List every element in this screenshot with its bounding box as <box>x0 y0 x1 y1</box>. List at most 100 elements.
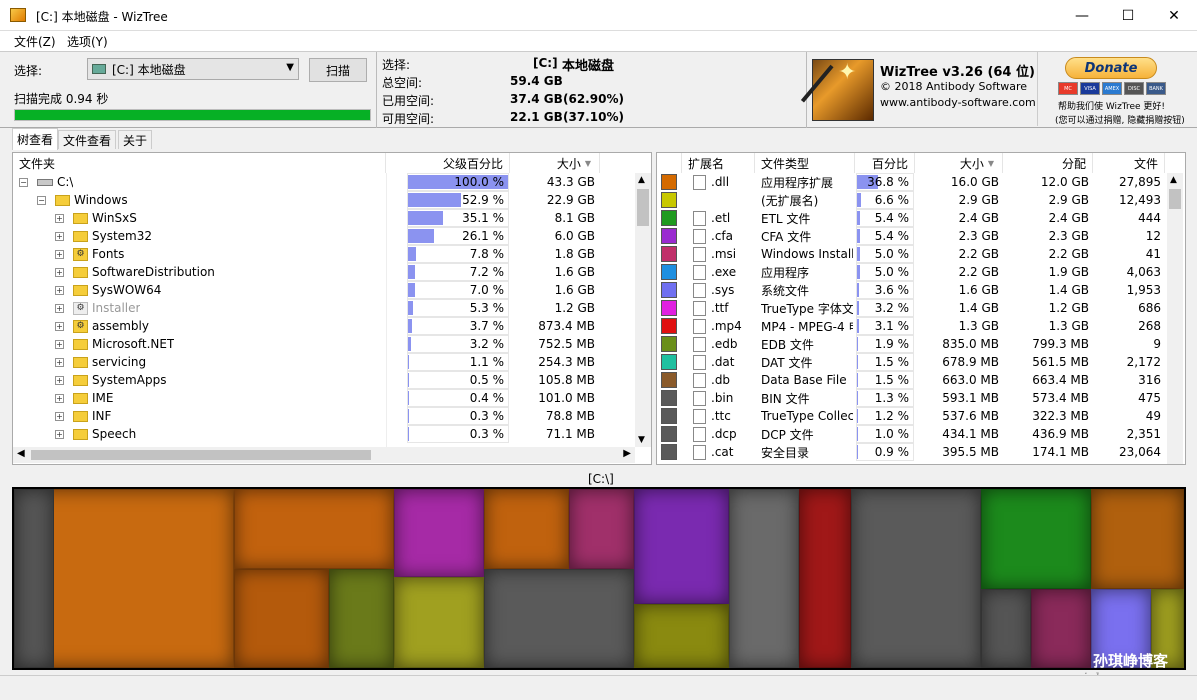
column-header-alloc[interactable]: 分配 <box>1003 153 1093 173</box>
extension-row[interactable]: (无扩展名) 6.6 % 2.9 GB 2.9 GB 12,493 <box>657 191 1185 209</box>
column-header-folder[interactable]: 文件夹 <box>13 153 386 173</box>
extension-row[interactable]: .mp4 MP4 - MPEG-4 电影 3.1 % 1.3 GB 1.3 GB 268 <box>657 317 1185 335</box>
extension-row[interactable]: .dll 应用程序扩展 36.8 % 16.0 GB 12.0 GB 27,895 <box>657 173 1185 191</box>
tab-file-view[interactable]: 文件查看 <box>58 130 117 149</box>
drive-select[interactable]: [C:] 本地磁盘 ▼ <box>87 58 299 80</box>
expand-icon[interactable]: + <box>55 285 64 295</box>
extension-row[interactable]: .ttc TrueType Collection 1.2 % 537.6 MB 322.… <box>657 407 1185 425</box>
tree-row[interactable]: + Speech 0.3 % 71.1 MB <box>13 425 651 443</box>
tree-toggle[interactable]: + <box>55 335 64 353</box>
tree-row[interactable]: + Microsoft.NET 3.2 % 752.5 MB <box>13 335 651 353</box>
expand-icon[interactable]: + <box>55 213 64 223</box>
treemap-block[interactable] <box>1031 589 1091 668</box>
tree-row[interactable]: − C:\ 100.0 % 43.3 GB <box>13 173 651 191</box>
tab-about[interactable]: 关于 <box>118 130 153 149</box>
expand-icon[interactable]: + <box>55 393 64 403</box>
tree-row[interactable]: + servicing 1.1 % 254.3 MB <box>13 353 651 371</box>
extension-row[interactable]: .db Data Base File 1.5 % 663.0 MB 663.4 MB 31… <box>657 371 1185 389</box>
treemap-block[interactable] <box>14 489 54 668</box>
column-header-pct[interactable]: 百分比 <box>855 153 915 173</box>
expand-icon[interactable]: + <box>55 303 64 313</box>
tree-toggle[interactable]: + <box>55 407 64 425</box>
scan-button[interactable]: 扫描 <box>309 58 367 82</box>
close-button[interactable]: ✕ <box>1151 0 1197 31</box>
treemap-block[interactable] <box>634 489 729 604</box>
ext-scroll-thumb[interactable] <box>1169 189 1181 209</box>
expand-icon[interactable]: + <box>55 357 64 367</box>
scroll-down-icon[interactable]: ▼ <box>638 435 645 445</box>
tree-row[interactable]: + SysWOW64 7.0 % 1.6 GB <box>13 281 651 299</box>
treemap-block[interactable] <box>851 489 981 668</box>
extension-row[interactable]: .dat DAT 文件 1.5 % 678.9 MB 561.5 MB 2,172 <box>657 353 1185 371</box>
tree-toggle[interactable]: + <box>55 263 64 281</box>
tree-toggle[interactable]: + <box>55 317 64 335</box>
treemap-block[interactable] <box>1091 489 1184 589</box>
treemap-block[interactable] <box>981 589 1031 668</box>
treemap-block[interactable] <box>394 489 484 577</box>
tree-row[interactable]: + ⚙ assembly 3.7 % 873.4 MB <box>13 317 651 335</box>
treemap-block[interactable] <box>729 489 799 668</box>
tree-toggle[interactable]: + <box>55 425 64 443</box>
treemap-block[interactable] <box>394 577 484 668</box>
extension-row[interactable]: .edb EDB 文件 1.9 % 835.0 MB 799.3 MB 9 <box>657 335 1185 353</box>
treemap-block[interactable] <box>799 489 851 668</box>
tree-toggle[interactable]: + <box>55 389 64 407</box>
website-link[interactable]: www.antibody-software.com <box>880 96 1036 109</box>
expand-icon[interactable]: + <box>55 267 64 277</box>
extension-row[interactable]: .exe 应用程序 5.0 % 2.2 GB 1.9 GB 4,063 <box>657 263 1185 281</box>
tree-row[interactable]: + ⚙ Installer 5.3 % 1.2 GB <box>13 299 651 317</box>
column-header-ext-size[interactable]: 大小 ▼ <box>915 153 1003 173</box>
treemap-block[interactable] <box>569 489 634 569</box>
extension-row[interactable]: .sys 系统文件 3.6 % 1.6 GB 1.4 GB 1,953 <box>657 281 1185 299</box>
tree-row[interactable]: + WinSxS 35.1 % 8.1 GB <box>13 209 651 227</box>
column-header-files[interactable]: 文件 <box>1093 153 1165 173</box>
ext-vertical-scrollbar[interactable]: ▲ <box>1167 173 1183 464</box>
tree-row[interactable]: + ⚙ Fonts 7.8 % 1.8 GB <box>13 245 651 263</box>
title-bar[interactable] <box>0 0 1197 31</box>
treemap-block[interactable] <box>234 569 329 668</box>
tree-row[interactable]: + System32 26.1 % 6.0 GB <box>13 227 651 245</box>
treemap-block[interactable] <box>484 569 634 668</box>
tree-toggle[interactable]: + <box>55 281 64 299</box>
donate-button[interactable]: Donate <box>1065 57 1157 79</box>
menu-file[interactable]: 文件(Z) <box>14 33 56 50</box>
collapse-icon[interactable]: − <box>19 177 28 187</box>
extension-row[interactable]: .cfa CFA 文件 5.4 % 2.3 GB 2.3 GB 12 <box>657 227 1185 245</box>
scroll-up-icon[interactable]: ▲ <box>638 175 645 185</box>
expand-icon[interactable]: + <box>55 249 64 259</box>
tree-row[interactable]: − Windows 52.9 % 22.9 GB <box>13 191 651 209</box>
scroll-left-icon[interactable]: ◀ <box>17 448 25 459</box>
tree-row[interactable]: + SystemApps 0.5 % 105.8 MB <box>13 371 651 389</box>
expand-icon[interactable]: + <box>55 411 64 421</box>
column-header-size[interactable]: 大小 ▼ <box>510 153 600 173</box>
tree-vertical-scrollbar[interactable]: ▲ ▼ <box>635 173 651 447</box>
tree-toggle[interactable]: + <box>55 371 64 389</box>
minimize-button[interactable]: — <box>1059 0 1105 31</box>
tree-row[interactable]: + IME 0.4 % 101.0 MB <box>13 389 651 407</box>
column-header-parent-pct[interactable]: 父级百分比 <box>386 153 510 173</box>
maximize-button[interactable]: ☐ <box>1105 0 1151 31</box>
tree-toggle[interactable]: + <box>55 227 64 245</box>
extension-row[interactable]: .dcp DCP 文件 1.0 % 434.1 MB 436.9 MB 2,351 <box>657 425 1185 443</box>
tree-horizontal-scrollbar[interactable]: ◀ ▶ <box>13 447 635 463</box>
scroll-right-icon[interactable]: ▶ <box>623 448 631 459</box>
treemap-block[interactable] <box>634 604 729 668</box>
expand-icon[interactable]: + <box>55 231 64 241</box>
extension-row[interactable]: .etl ETL 文件 5.4 % 2.4 GB 2.4 GB 444 <box>657 209 1185 227</box>
treemap-block[interactable] <box>234 489 394 569</box>
extension-row[interactable]: .ttf TrueType 字体文件 3.2 % 1.4 GB 1.2 GB 686 <box>657 299 1185 317</box>
tree-toggle[interactable]: + <box>55 299 64 317</box>
tree-toggle[interactable]: + <box>55 245 64 263</box>
tree-toggle[interactable]: + <box>55 353 64 371</box>
tab-tree-view[interactable]: 树查看 <box>12 128 59 150</box>
treemap-block[interactable] <box>329 569 394 668</box>
extension-row[interactable]: .bin BIN 文件 1.3 % 593.1 MB 573.4 MB 475 <box>657 389 1185 407</box>
menu-options[interactable]: 选项(Y) <box>67 33 108 50</box>
tree-row[interactable]: + INF 0.3 % 78.8 MB <box>13 407 651 425</box>
treemap[interactable] <box>12 487 1186 670</box>
scroll-up-icon[interactable]: ▲ <box>1170 175 1177 185</box>
expand-icon[interactable]: + <box>55 321 64 331</box>
expand-icon[interactable]: + <box>55 429 64 439</box>
tree-hscroll-thumb[interactable] <box>31 450 371 460</box>
treemap-block[interactable] <box>484 489 569 569</box>
